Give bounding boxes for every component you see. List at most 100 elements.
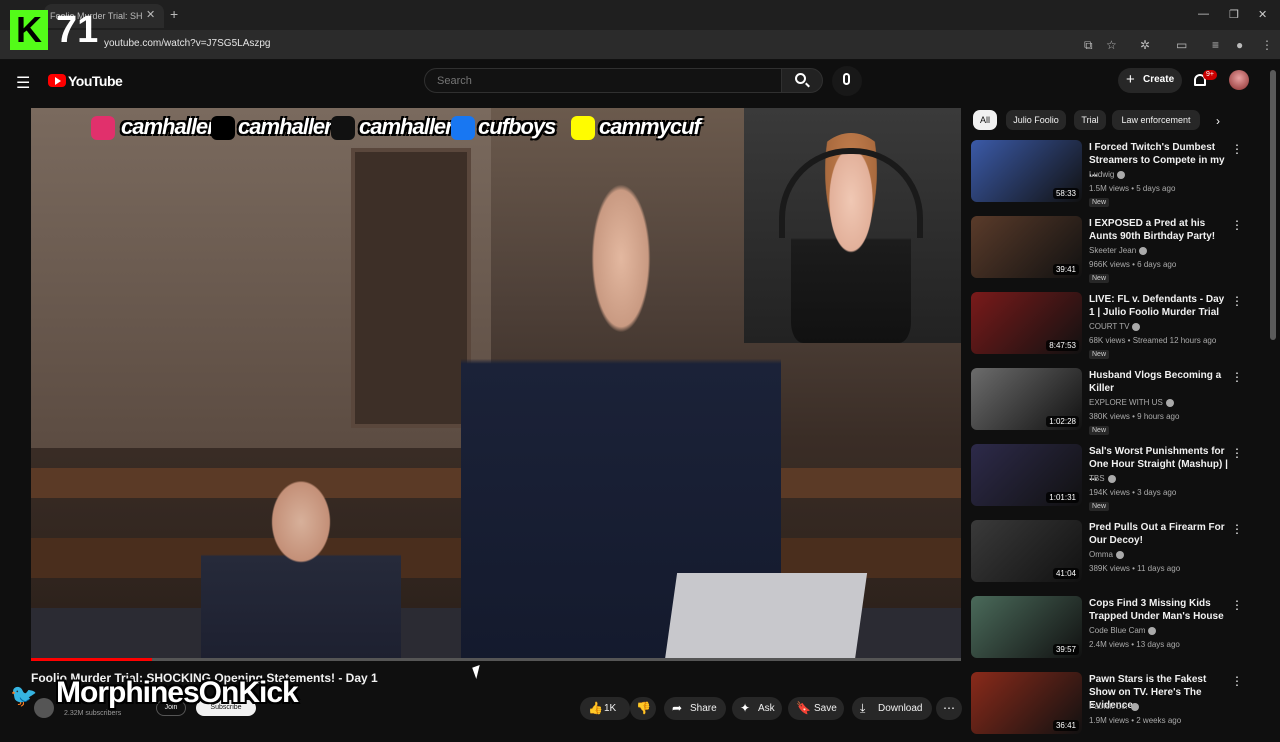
list-item[interactable]: 1:02:28 Husband Vlogs Becoming a Killer EX… [971,368,1251,438]
channel-name[interactable]: Skeeter Jean [1089,246,1148,255]
video-title-link[interactable]: Cops Find 3 Missing Kids Trapped Under M… [1089,597,1229,623]
search-icon [795,73,806,84]
verified-check-icon [1165,398,1174,407]
video-title-link[interactable]: I EXPOSED a Pred at his Aunts 90th Birth… [1089,217,1229,243]
save-button[interactable]: 🔖 Save [788,697,844,720]
video-title-link[interactable]: Husband Vlogs Becoming a Killer [1089,369,1229,395]
maximize-icon[interactable]: ❐ [1229,8,1239,21]
like-button[interactable]: 👍 1K [580,697,630,720]
instagram-handle: camhaller [121,114,216,139]
chip-trial[interactable]: Trial [1074,110,1106,130]
channel-name[interactable]: Ludwig [1089,170,1126,179]
video-thumbnail[interactable]: 1:01:31 [971,444,1082,506]
courtroom-door [351,148,471,428]
minimize-icon[interactable]: — [1198,8,1209,20]
dislike-button[interactable]: 👎 [630,697,656,720]
chip-all[interactable]: All [973,110,997,130]
verified-check-icon [1132,322,1141,331]
new-badge: New [1089,350,1110,359]
channel-name[interactable]: TBS [1089,474,1116,483]
video-meta: 2.4M views • 13 days ago [1089,640,1180,649]
list-item[interactable]: 41:04 Pred Pulls Out a Firearm For Our De… [971,520,1251,590]
channel-name[interactable]: COURT TV [1089,322,1141,331]
window-close-icon[interactable]: ✕ [1258,8,1267,21]
video-thumbnail[interactable]: 41:04 [971,520,1082,582]
youtube-wordmark[interactable]: YouTube [68,73,123,89]
list-item[interactable]: 36:41 Pawn Stars is the Fakest Show on TV… [971,672,1251,742]
instagram-icon [91,116,115,140]
list-item[interactable]: 39:41 I EXPOSED a Pred at his Aunts 90th … [971,216,1251,286]
channel-name-text: TBS [1089,474,1105,483]
more-vertical-icon[interactable]: ⋮ [1231,218,1243,232]
more-vertical-icon[interactable]: ⋮ [1231,294,1243,308]
more-vertical-icon[interactable]: ⋮ [1231,598,1243,612]
video-title-link[interactable]: Pred Pulls Out a Firearm For Our Decoy! [1089,521,1229,547]
snapchat-handle: cammycuf [599,114,701,139]
list-item[interactable]: 39:57 Cops Find 3 Missing Kids Trapped Un… [971,596,1251,666]
hamburger-menu-icon[interactable]: ☰ [16,73,30,93]
bookmark-star-icon[interactable]: ☆ [1106,38,1117,52]
video-thumbnail[interactable]: 1:02:28 [971,368,1082,430]
sidebar-icon[interactable]: ▭ [1176,38,1187,52]
list-item[interactable]: 1:01:31 Sal's Worst Punishments for One H… [971,444,1251,514]
channel-name-text: COURT TV [1089,322,1130,331]
facebook-handle: cufboys [478,114,556,139]
video-thumbnail[interactable]: 39:41 [971,216,1082,278]
list-item[interactable]: 8:47:53 LIVE: FL v. Defendants - Day 1 | … [971,292,1251,362]
duration-badge: 36:41 [1052,720,1079,731]
chevron-right-icon[interactable]: › [1216,114,1220,128]
more-vertical-icon[interactable]: ⋮ [1231,446,1243,460]
video-meta: 68K views • Streamed 12 hours ago [1089,336,1217,345]
plus-icon: + [1126,71,1135,88]
more-vertical-icon[interactable]: ⋮ [1231,370,1243,384]
url-text[interactable]: youtube.com/watch?v=J7SG5LAszpg [104,38,270,49]
browser-more-icon[interactable]: ⋮ [1261,38,1273,52]
new-tab-icon[interactable]: + [170,6,178,22]
microphone-icon [843,73,850,85]
video-progress-fill [31,658,152,661]
video-player[interactable]: camhaller camhaller camhaller cufboys cammyc… [31,108,961,660]
snapchat-icon [571,116,595,140]
extensions-icon[interactable]: ✲ [1140,38,1150,52]
more-vertical-icon[interactable]: ⋮ [1231,674,1243,688]
channel-name-text: Omma [1089,550,1113,559]
duration-badge: 1:01:31 [1046,492,1079,503]
video-thumbnail[interactable]: 8:47:53 [971,292,1082,354]
channel-name[interactable]: EXPLORE WITH US [1089,398,1174,407]
verified-check-icon [1130,702,1139,711]
thumbs-up-icon: 👍 [588,701,603,715]
account-avatar[interactable] [1229,70,1249,90]
new-badge: New [1089,426,1110,435]
share-button[interactable]: ➦ Share [664,697,726,720]
profile-icon[interactable]: ● [1236,38,1243,52]
x-icon [211,116,235,140]
video-thumbnail[interactable]: 36:41 [971,672,1082,734]
chip-julio-foolio[interactable]: Julio Foolio [1006,110,1066,130]
bookmark-icon: 🔖 [796,701,811,715]
video-title-link[interactable]: LIVE: FL v. Defendants - Day 1 | Julio F… [1089,293,1229,319]
video-thumbnail[interactable]: 39:57 [971,596,1082,658]
thumbs-down-icon: 👎 [636,701,651,715]
subscriber-count: 2.32M subscribers [64,710,122,717]
download-button[interactable]: ⤓ Download [852,697,932,720]
chip-law-enforcement[interactable]: Law enforcement [1112,110,1200,130]
menu-list-icon[interactable]: ≡ [1212,38,1219,52]
page-scrollbar[interactable] [1270,70,1276,340]
list-item[interactable]: 58:33 I Forced Twitch's Dumbest Streamers… [971,140,1251,210]
more-actions-button[interactable]: ⋯ [936,697,962,720]
channel-name[interactable]: Code Blue Cam [1089,626,1157,635]
video-thumbnail[interactable]: 58:33 [971,140,1082,202]
k71-number: 71 [56,9,99,51]
more-vertical-icon[interactable]: ⋮ [1231,142,1243,156]
tab-close-icon[interactable]: ✕ [146,8,155,21]
channel-name[interactable]: Patrick Cc: [1089,702,1139,711]
more-vertical-icon[interactable]: ⋮ [1231,522,1243,536]
verified-check-icon [1139,246,1148,255]
video-progress-track[interactable] [31,658,961,661]
ask-button[interactable]: ✦ Ask [732,697,782,720]
tiktok-icon [331,116,355,140]
duration-badge: 39:41 [1052,264,1079,275]
search-input[interactable] [424,68,782,93]
install-icon[interactable]: ⧉ [1084,38,1093,53]
channel-name[interactable]: Omma [1089,550,1124,559]
